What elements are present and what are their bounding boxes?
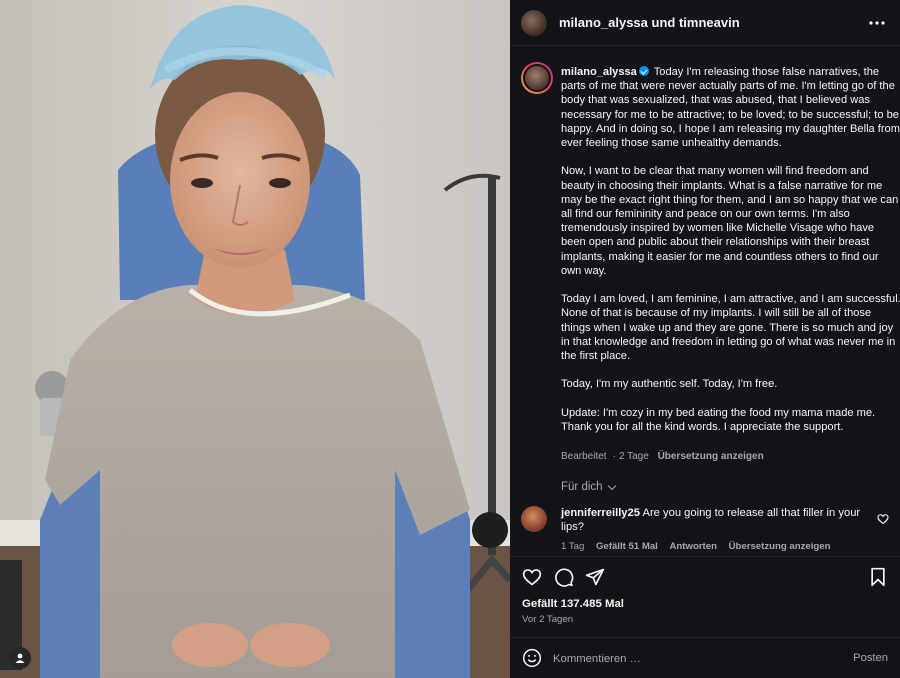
post-comment-button[interactable]: Posten (853, 652, 888, 664)
heart-outline-icon[interactable] (877, 512, 891, 526)
likes-count[interactable]: Gefällt 137.485 Mal (522, 598, 624, 610)
reply-button[interactable]: Antworten (670, 541, 717, 552)
post-time: Vor 2 Tagen (522, 614, 574, 625)
author-username[interactable]: milano_alyssa (559, 15, 648, 30)
post-authors: milano_alyssa und timneavin (559, 15, 740, 30)
comment-bar: Posten (510, 637, 900, 678)
edited-label: Bearbeitet (561, 451, 607, 462)
chevron-down-icon (607, 481, 616, 490)
bookmark-icon[interactable] (866, 565, 890, 589)
caption-meta: Bearbeitet · 2 Tage Übersetzung anzeigen (561, 451, 764, 462)
post-actions (510, 556, 900, 596)
caption-paragraph: Today I am loved, I am feminine, I am at… (561, 293, 900, 363)
comment-likes[interactable]: Gefällt 51 Mal (596, 541, 658, 552)
more-horizontal-icon[interactable] (866, 12, 888, 34)
post-image (0, 0, 510, 678)
caption-username[interactable]: milano_alyssa (561, 66, 637, 78)
for-you-label: Für dich (561, 481, 603, 493)
translate-link[interactable]: Übersetzung anzeigen (658, 451, 764, 462)
caption-paragraph: Update: I'm cozy in my bed eating the fo… (561, 406, 876, 434)
person-tag-icon[interactable] (9, 647, 31, 669)
share-icon[interactable] (583, 565, 607, 589)
emoji-icon[interactable] (522, 648, 544, 670)
verified-badge-icon (638, 66, 649, 76)
author-conjunction: und (651, 15, 676, 30)
caption-text: milano_alyssa Today I'm releasing those … (561, 65, 900, 434)
comment-icon[interactable] (552, 565, 576, 589)
for-you-toggle[interactable]: Für dich (561, 481, 616, 493)
comment-username[interactable]: jenniferreilly25 (561, 507, 640, 519)
caption-paragraph: Today, I'm my authentic self. Today, I'm… (561, 378, 778, 391)
caption-paragraph: Now, I want to be clear that many women … (561, 165, 899, 277)
post-side-panel: milano_alyssa und timneavin milano_alyss… (510, 0, 900, 678)
caption-time: 2 Tage (618, 451, 649, 462)
collaborator-username[interactable]: timneavin (679, 15, 740, 30)
caption-avatar[interactable] (521, 62, 553, 94)
avatar[interactable] (521, 506, 547, 532)
comment-text: jenniferreilly25 Are you going to releas… (561, 506, 871, 534)
heart-icon[interactable] (520, 565, 544, 589)
comment-meta: 1 Tag Gefällt 51 Mal Antworten Übersetzu… (561, 541, 839, 552)
post-header: milano_alyssa und timneavin (510, 0, 900, 46)
comment-time: 1 Tag (561, 541, 585, 552)
comment-input[interactable] (553, 650, 833, 668)
avatar[interactable] (521, 9, 547, 36)
caption-paragraph: Today I'm releasing those false narrativ… (561, 66, 900, 150)
post-photo[interactable] (0, 0, 510, 678)
comment-translate-link[interactable]: Übersetzung anzeigen (729, 541, 831, 552)
